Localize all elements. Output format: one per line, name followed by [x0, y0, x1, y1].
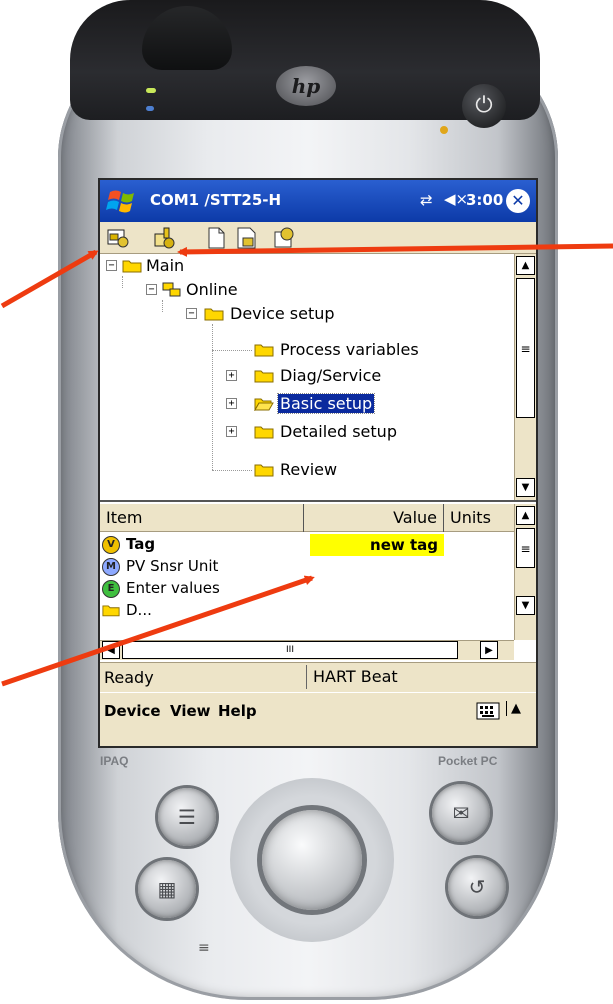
grid-row-tag[interactable]: V Tag new tag [100, 534, 514, 556]
folder-icon [122, 260, 142, 273]
tree-item-device-setup[interactable]: − Device setup [100, 302, 510, 326]
scroll-up-arrow[interactable]: ▲ [516, 506, 535, 525]
menu-bar: Device View Help ▲ [100, 692, 536, 746]
status-text: Ready [104, 668, 154, 687]
expand-toggle[interactable]: + [226, 426, 237, 437]
device-tree: − Main − Online − Device setup Process v… [100, 254, 536, 502]
grid-row-pv-snsr-unit[interactable]: M PV Snsr Unit [100, 556, 514, 578]
windows-start-icon[interactable] [106, 186, 140, 216]
speaker-grille: ≡ [198, 940, 210, 956]
grid-header: Item Value Units [100, 504, 514, 532]
new-document-icon[interactable] [204, 226, 228, 250]
itask-button[interactable]: ↺ [448, 858, 506, 916]
tree-item-online[interactable]: − Online [100, 278, 510, 302]
collapse-toggle[interactable]: − [186, 308, 197, 319]
hart-beat-indicator: HART Beat [306, 665, 534, 689]
folder-icon [102, 605, 120, 617]
tree-item-detailed-setup[interactable]: + Detailed setup [100, 420, 510, 444]
horizontal-scroll-thumb[interactable]: III [122, 641, 458, 659]
expand-toggle[interactable]: + [226, 370, 237, 381]
scroll-down-arrow[interactable]: ▼ [516, 478, 535, 497]
calendar-button[interactable]: ☰ [158, 788, 216, 846]
window-title: COM1 /STT25-H [150, 191, 282, 209]
tree-item-review[interactable]: Review [100, 458, 510, 482]
charge-led [440, 126, 448, 134]
scroll-thumb[interactable]: ≡ [516, 528, 535, 568]
contacts-button[interactable]: ▦ [138, 860, 196, 918]
tree-item-diag-service[interactable]: + Diag/Service [100, 364, 510, 388]
network-device-icon [162, 282, 181, 297]
menu-view[interactable]: View [170, 702, 211, 720]
inbox-button[interactable]: ✉ [432, 784, 490, 842]
status-bar: Ready HART Beat [100, 662, 536, 692]
menu-device[interactable]: Device [104, 702, 161, 720]
variable-icon: V [102, 536, 120, 554]
grid-row-partial[interactable]: D... [100, 600, 514, 618]
scroll-right-arrow[interactable]: ▶ [480, 641, 498, 659]
grid-horizontal-scrollbar[interactable]: ◀ III ▶ [100, 640, 514, 660]
connect-icon[interactable] [106, 226, 130, 250]
tree-item-basic-setup[interactable]: + Basic setup [100, 392, 510, 416]
tree-vertical-scrollbar[interactable]: ▲ ≡ ▼ [514, 254, 536, 500]
properties-icon[interactable] [272, 226, 296, 250]
keyboard-icon[interactable] [476, 702, 500, 720]
pocket-pc-brand: Pocket PC [438, 754, 498, 768]
folder-icon [204, 308, 224, 321]
clock[interactable]: 3:00 [466, 191, 503, 209]
row-item: PV Snsr Unit [126, 557, 219, 575]
antenna-bump [142, 6, 232, 70]
power-button[interactable]: ⏻ [462, 84, 506, 128]
menu-help[interactable]: Help [218, 702, 257, 720]
expand-toggle[interactable]: + [226, 398, 237, 409]
edit-icon: E [102, 580, 120, 598]
folder-icon [254, 370, 274, 383]
row-value[interactable]: new tag [310, 534, 444, 556]
collapse-toggle[interactable]: − [146, 284, 157, 295]
parameter-grid: Item Value Units V Tag new tag M PV Snsr… [100, 504, 536, 662]
grid-vertical-scrollbar[interactable]: ▲ ≡ ▼ [514, 504, 536, 640]
method-icon: M [102, 558, 120, 576]
folder-icon [254, 344, 274, 357]
connectivity-icon[interactable]: ⇄ [420, 191, 433, 209]
scroll-up-arrow[interactable]: ▲ [516, 256, 535, 275]
status-led-blue [146, 106, 154, 111]
row-item: D... [126, 601, 152, 618]
hp-logo: hp [276, 66, 336, 106]
scroll-thumb[interactable]: ≡ [516, 278, 535, 418]
folder-icon [254, 464, 274, 477]
close-icon[interactable]: ✕ [506, 189, 530, 213]
folder-icon [254, 426, 274, 439]
column-header-item[interactable]: Item [100, 504, 304, 532]
title-bar: COM1 /STT25-H ⇄ ◀× 3:00 ✕ [100, 180, 536, 222]
speaker-muted-icon[interactable]: ◀× [444, 190, 468, 208]
row-item: Tag [126, 535, 156, 553]
status-led-green [146, 88, 156, 93]
toolbar [100, 222, 536, 254]
grid-row-enter-values[interactable]: E Enter values [100, 578, 514, 600]
ipaq-brand: IPAQ [100, 754, 129, 768]
device-online-icon[interactable] [152, 226, 176, 250]
input-panel-arrow-icon[interactable]: ▲ [506, 701, 521, 716]
navigation-pad[interactable] [262, 810, 362, 910]
row-item: Enter values [126, 579, 220, 597]
save-icon[interactable] [234, 226, 258, 250]
column-header-value[interactable]: Value [304, 504, 444, 532]
column-header-units[interactable]: Units [444, 504, 514, 532]
tree-item-main[interactable]: − Main [100, 254, 510, 278]
scroll-left-arrow[interactable]: ◀ [102, 641, 120, 659]
screen: COM1 /STT25-H ⇄ ◀× 3:00 ✕ − Main − Onlin… [98, 178, 538, 748]
tree-item-process-variables[interactable]: Process variables [100, 338, 510, 362]
collapse-toggle[interactable]: − [106, 260, 117, 271]
open-folder-icon [254, 398, 274, 411]
scroll-down-arrow[interactable]: ▼ [516, 596, 535, 615]
